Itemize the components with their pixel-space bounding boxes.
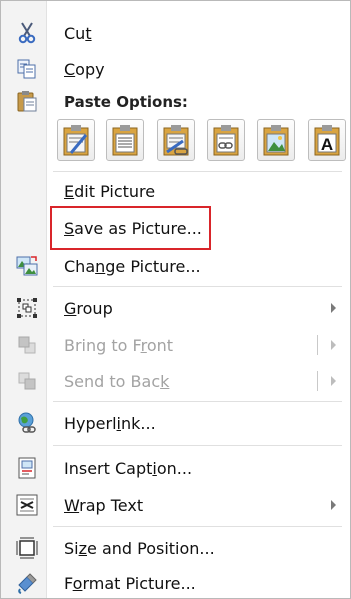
- menu-item-label: Group: [64, 298, 113, 318]
- submenu-arrow-icon: [331, 500, 336, 510]
- submenu-arrow-icon[interactable]: [331, 376, 336, 386]
- paste-options-header: Paste Options:: [64, 93, 188, 111]
- menu-item-label: Send to Back: [64, 371, 170, 391]
- change-picture-icon: [16, 256, 38, 276]
- paste-keep-text-glyph: A: [321, 135, 333, 154]
- menu-item-label: Size and Position...: [64, 538, 215, 558]
- menu-item-label: Copy: [64, 59, 105, 79]
- menu-item-label: Cut: [64, 23, 92, 43]
- menu-item-label: Format Picture...: [64, 573, 196, 593]
- menu-item-wrap-text[interactable]: Wrap Text: [1, 489, 350, 521]
- submenu-arrow-icon: [331, 303, 336, 313]
- copy-icon: [17, 59, 36, 79]
- menu-item-insert-caption[interactable]: Insert Caption...: [1, 452, 350, 484]
- context-menu: Cut Copy Paste Options: A Edit Picture S…: [0, 0, 351, 599]
- menu-item-size-and-position[interactable]: Size and Position...: [1, 532, 350, 564]
- paste-merge-formatting-icon: [163, 125, 189, 156]
- insert-caption-icon: [18, 457, 36, 479]
- menu-separator: [53, 445, 342, 446]
- menu-item-label: Change Picture...: [64, 256, 201, 276]
- scissors-icon: [18, 22, 36, 44]
- paste-picture-icon: [263, 125, 289, 156]
- paste-keep-formatting-button[interactable]: [57, 119, 95, 161]
- group-icon: [17, 298, 37, 318]
- menu-separator: [53, 526, 342, 527]
- split-divider: [317, 371, 318, 391]
- menu-item-label: Bring to Front: [64, 335, 174, 355]
- menu-item-label: Wrap Text: [64, 495, 144, 515]
- hyperlink-globe-icon: [18, 412, 36, 433]
- menu-item-label: Hyperlink...: [64, 413, 156, 433]
- paste-text-only-icon: [112, 125, 138, 156]
- menu-separator: [53, 171, 342, 172]
- menu-item-cut[interactable]: Cut: [1, 17, 350, 49]
- paste-keep-formatting-icon: [63, 125, 89, 156]
- format-picture-icon: [18, 573, 37, 594]
- submenu-arrow-icon[interactable]: [331, 340, 336, 350]
- menu-item-edit-picture[interactable]: Edit Picture: [1, 175, 350, 207]
- menu-item-copy[interactable]: Copy: [1, 53, 350, 85]
- send-to-back-icon: [18, 372, 36, 390]
- split-divider: [317, 335, 318, 355]
- menu-item-label: Insert Caption...: [64, 458, 193, 478]
- menu-item-group[interactable]: Group: [1, 292, 350, 324]
- menu-item-send-to-back[interactable]: Send to Back: [1, 365, 350, 397]
- clipboard-icon: [17, 91, 37, 112]
- paste-link-icon: [213, 125, 239, 156]
- paste-merge-formatting-button[interactable]: [157, 119, 195, 161]
- highlight-box: [50, 206, 211, 250]
- size-and-position-icon: [16, 537, 38, 559]
- paste-options-row: A: [57, 119, 347, 165]
- paste-text-only-button[interactable]: [106, 119, 144, 161]
- bring-to-front-icon: [18, 336, 36, 354]
- menu-item-label: Edit Picture: [64, 181, 156, 201]
- paste-picture-button[interactable]: [257, 119, 295, 161]
- paste-keep-text-button[interactable]: A: [308, 119, 346, 161]
- menu-item-bring-to-front[interactable]: Bring to Front: [1, 329, 350, 361]
- menu-separator: [53, 401, 342, 402]
- wrap-text-icon: [16, 494, 38, 516]
- menu-item-change-picture[interactable]: Change Picture...: [1, 250, 350, 282]
- paste-keep-text-icon: A: [314, 125, 340, 156]
- menu-item-hyperlink[interactable]: Hyperlink...: [1, 407, 350, 439]
- paste-link-button[interactable]: [207, 119, 245, 161]
- menu-item-format-picture[interactable]: Format Picture...: [1, 567, 350, 599]
- menu-separator: [53, 286, 342, 287]
